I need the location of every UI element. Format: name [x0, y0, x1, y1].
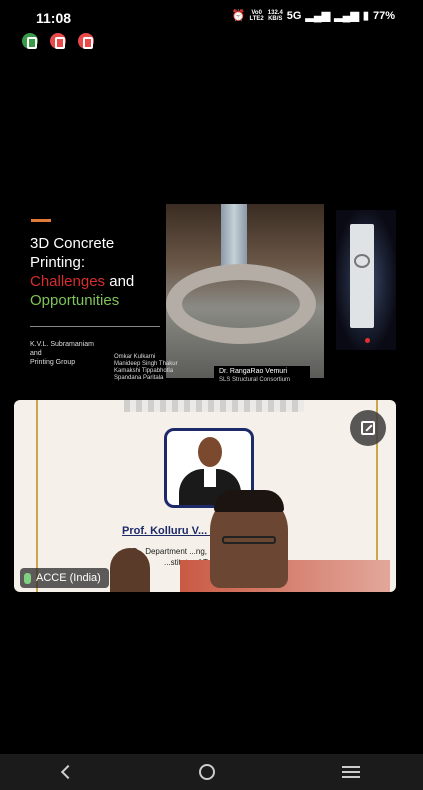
network-type: 5G: [286, 9, 302, 22]
app-icon-2: [50, 33, 66, 49]
status-bar: 11:08 ⏰ Vo0 LTE2 132.4 KB/S 5G ▂▄▆ ▂▄▆ ▮ 7…: [0, 0, 423, 49]
participant-video-tile[interactable]: Prof. Kolluru V... ...iam P... Departmen…: [14, 400, 396, 592]
portrait-head: [198, 437, 222, 467]
clock: 11:08: [36, 10, 72, 26]
battery-icon: ▮: [362, 10, 369, 22]
slide-accent-bar: [31, 219, 51, 222]
mic-icon: [24, 572, 31, 584]
tower-ring: [354, 254, 370, 268]
battery-percent: 77%: [372, 9, 395, 22]
printed-concrete-ring: [166, 264, 316, 344]
printed-structure-photo: [166, 204, 324, 378]
participant-name-label: ACCE (India): [20, 568, 109, 588]
status-icons: ⏰ Vo0 LTE2 132.4 KB/S 5G ▂▄▆ ▂▄▆ ▮ 77%: [231, 9, 395, 23]
frame-border-left: [36, 400, 38, 592]
back-icon[interactable]: [61, 764, 76, 780]
background-graphic: [124, 400, 304, 412]
expand-button[interactable]: [350, 410, 386, 446]
volte-indicator: Vo0 LTE2: [249, 9, 264, 22]
shared-slide[interactable]: 3D Concrete Printing: Challenges and Opp…: [14, 200, 396, 384]
navigation-bar: [0, 754, 423, 790]
printed-tower-thumbnail: [336, 210, 396, 350]
signal-icon: ▂▄▆: [305, 10, 331, 22]
tower-image: [350, 224, 374, 328]
network-speed: 132.4 KB/S: [267, 9, 283, 22]
home-icon[interactable]: [199, 764, 216, 780]
speaker-name: Dr. RangaRao Vemuri: [219, 368, 288, 375]
alarm-icon: ⏰: [231, 10, 246, 22]
recents-icon[interactable]: [341, 766, 360, 778]
notification-icons: [22, 33, 94, 49]
app-icon-3: [78, 33, 94, 49]
background-person: [110, 548, 150, 592]
camera-feed: [110, 490, 396, 592]
chart-app-icon: [22, 33, 38, 49]
portrait-shirt: [204, 469, 216, 487]
slide-coauthors: Omkar Kulkarni Manideep Singh Thakur Kam…: [114, 354, 178, 381]
slide-divider: [30, 326, 160, 327]
presenter-hair: [214, 490, 284, 512]
presenter-glasses: [222, 536, 276, 544]
participant-name: ACCE (India): [36, 572, 101, 584]
expand-icon: [361, 421, 375, 435]
slide-author: K.V.L. Subramaniam and Printing Group: [30, 341, 94, 366]
speaker-org: SLS Structural Consortium: [219, 377, 291, 383]
signal-icon-2: ▂▄▆: [334, 10, 359, 22]
slide-title: 3D Concrete Printing: Challenges and Opp…: [30, 235, 135, 309]
slide-indicator-dot: [365, 338, 370, 343]
